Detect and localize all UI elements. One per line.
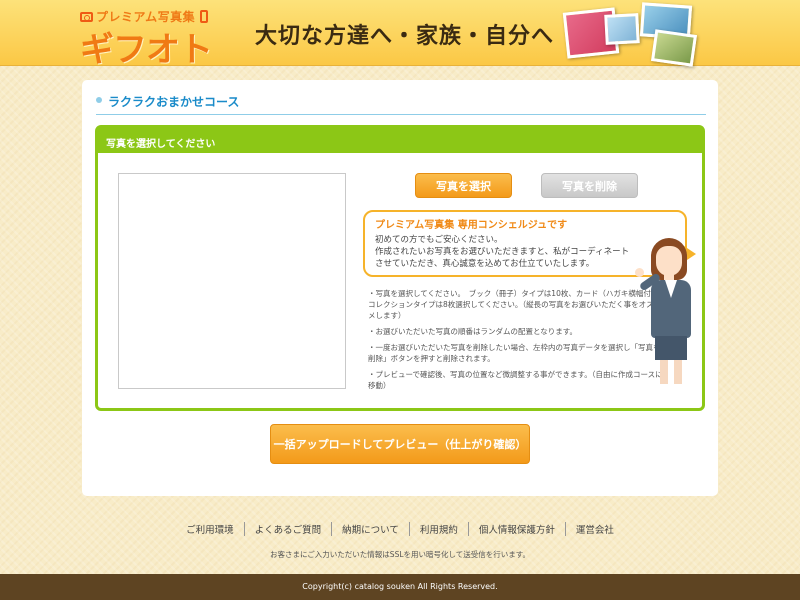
concierge-illustration xyxy=(635,238,703,388)
photo-collage xyxy=(562,2,705,67)
header-tagline: 大切な方達へ・家族・自分へ xyxy=(255,24,555,49)
bulk-upload-preview-button[interactable]: 一括アップロードしてプレビュー（仕上がり確認） xyxy=(270,424,530,464)
concierge-speech-bubble: プレミアム写真集 専用コンシェルジュです 初めての方でもご安心ください。 作成さ… xyxy=(363,210,687,277)
site-header: プレミアム写真集 ギフオト 大切な方達へ・家族・自分へ xyxy=(0,0,800,70)
footer-link-delivery[interactable]: 納期について xyxy=(331,522,409,536)
ssl-note: お客さまにご入力いただいた情報はSSLを用い暗号化して送受信を行います。 xyxy=(269,550,531,559)
photo-selection-header: 写真を選択してください xyxy=(98,128,702,153)
footer-link-privacy[interactable]: 個人情報保護方針 xyxy=(467,522,565,536)
footer-link-faq[interactable]: よくあるご質問 xyxy=(243,522,332,536)
note-item: ・写真を選択してください。 ブック（冊子）タイプは10枚、カード（ハガキ横幅付）… xyxy=(368,289,662,320)
footer-link-environment[interactable]: ご利用環境 xyxy=(176,522,244,536)
concierge-title: プレミアム写真集 専用コンシェルジュです xyxy=(375,220,568,231)
collage-photo xyxy=(650,29,698,67)
section-title: ラクラクおまかせコース xyxy=(96,93,706,115)
footer-link-terms[interactable]: 利用規約 xyxy=(408,522,468,536)
logo[interactable]: ギフオト xyxy=(80,22,213,71)
concierge-line: 作成されたいお写真をお選びいただきますと、私がコーディネート xyxy=(375,247,630,257)
photo-drop-area[interactable] xyxy=(118,173,346,389)
note-item: ・プレビューで確認後、写真の位置など微調整する事ができます。（自由に作成コースに… xyxy=(368,370,663,390)
note-item: ・一度お選びいただいた写真を削除したい場合、左枠内の写真データを選択し「写真を削… xyxy=(368,343,661,363)
concierge-line: させていただき、真心誠意を込めてお仕立ていたします。 xyxy=(375,259,595,269)
collage-photo xyxy=(604,13,640,45)
footer-links: ご利用環境 よくあるご質問 納期について 利用規約 個人情報保護方針 運営会社 xyxy=(0,522,800,536)
concierge-line: 初めての方でもご安心ください。 xyxy=(375,235,503,245)
select-photo-button[interactable]: 写真を選択 xyxy=(415,173,512,198)
copyright-bar: Copyright(c) catalog souken All Rights R… xyxy=(0,574,800,600)
footer-link-company[interactable]: 運営会社 xyxy=(564,522,624,536)
note-item: ・お選びいただいた写真の順番はランダムの配置となります。 xyxy=(368,327,578,336)
delete-photo-button[interactable]: 写真を削除 xyxy=(541,173,638,198)
camera-icon xyxy=(80,11,93,22)
main-card: ラクラクおまかせコース 写真を選択してください 写真を選択 写真を削除 プレミア… xyxy=(82,80,718,496)
photo-selection-box: 写真を選択してください 写真を選択 写真を削除 プレミアム写真集 専用コンシェル… xyxy=(95,125,705,411)
instruction-notes: ・写真を選択してください。 ブック（冊子）タイプは10枚、カード（ハガキ横幅付）… xyxy=(368,288,663,396)
